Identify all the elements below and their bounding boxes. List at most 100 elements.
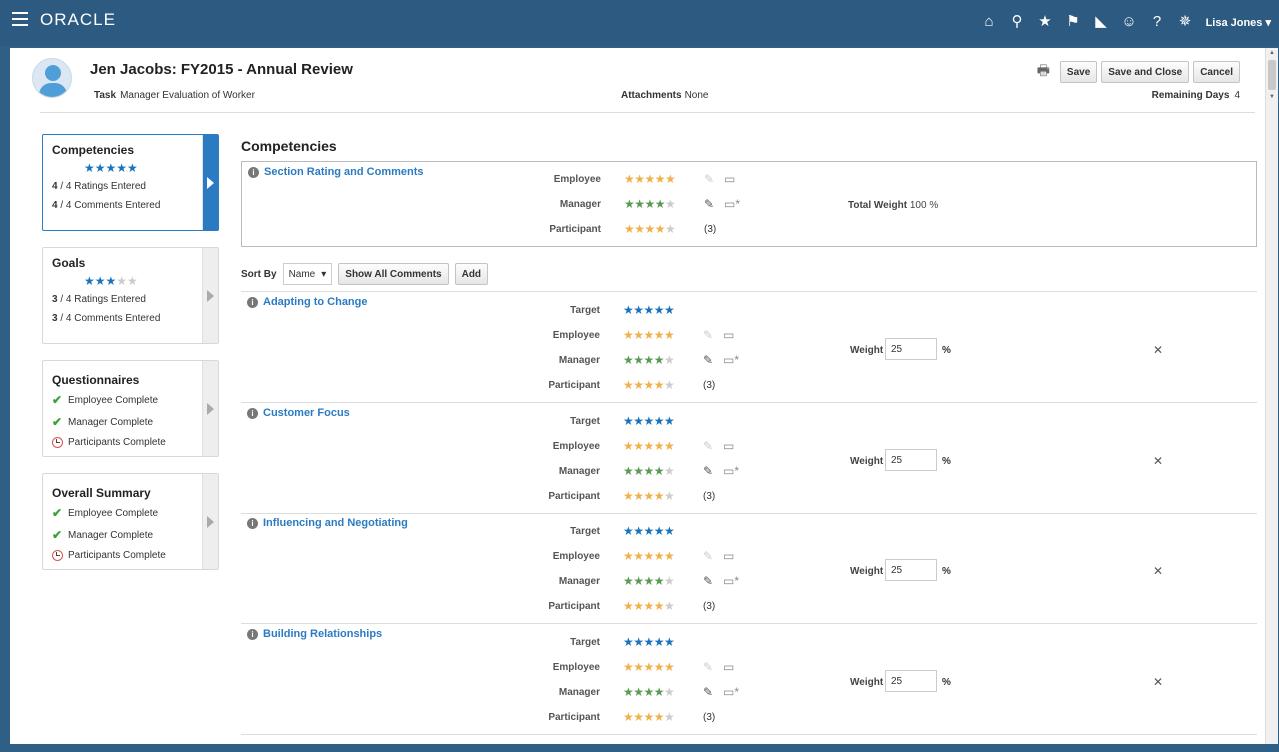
checkmark-icon: ✔ xyxy=(52,393,63,407)
add-comment-icon[interactable]: ▭* xyxy=(723,353,739,367)
manager-label: Manager xyxy=(558,466,600,477)
weight-label: Weight xyxy=(850,566,884,577)
add-comment-icon[interactable]: ▭* xyxy=(723,464,739,478)
expand-tab[interactable] xyxy=(202,248,218,343)
show-all-comments-button[interactable]: Show All Comments xyxy=(338,263,449,285)
edit-icon[interactable]: ✎ xyxy=(704,197,714,211)
comment-icon[interactable]: ▭ xyxy=(723,660,734,674)
nav-card-overall-summary[interactable]: Overall Summary ✔ Employee Complete ✔ Mana… xyxy=(42,473,219,570)
competency-link[interactable]: i Influencing and Negotiating xyxy=(247,517,408,529)
participant-count[interactable]: (3) xyxy=(703,601,715,612)
participant-count[interactable]: (3) xyxy=(703,380,715,391)
ratings-entered: 4 / 4 Ratings Entered xyxy=(52,181,146,192)
remove-icon[interactable]: ✕ xyxy=(1153,454,1163,468)
weight-input[interactable] xyxy=(885,559,937,581)
add-button[interactable]: Add xyxy=(454,263,489,285)
percent-label: % xyxy=(942,677,951,688)
participant-stars: ★★★★★ xyxy=(623,378,675,392)
bell-icon[interactable]: ◣ xyxy=(1087,12,1115,32)
manager-stars[interactable]: ★★★★★ xyxy=(623,685,675,699)
save-and-close-button[interactable]: Save and Close xyxy=(1101,61,1190,83)
competency-link[interactable]: i Adapting to Change xyxy=(247,296,368,308)
manager-stars[interactable]: ★★★★★ xyxy=(623,574,675,588)
nav-card-title: Competencies xyxy=(52,143,135,157)
chevron-right-icon xyxy=(207,515,214,528)
competency-link[interactable]: i Customer Focus xyxy=(247,407,350,419)
weight-label: Weight xyxy=(850,456,884,467)
edit-icon[interactable]: ✎ xyxy=(703,685,713,699)
percent-label: % xyxy=(942,566,951,577)
participant-stars: ★★★★★ xyxy=(623,599,675,613)
manager-section-stars[interactable]: ★★★★★ xyxy=(624,197,676,211)
comment-icon[interactable]: ▭ xyxy=(723,439,734,453)
expand-tab[interactable] xyxy=(202,474,218,569)
employee-label: Employee xyxy=(552,330,600,341)
comment-icon[interactable]: ▭ xyxy=(723,328,734,342)
expand-tab[interactable] xyxy=(202,135,218,230)
user-menu[interactable]: Lisa Jones ▾ xyxy=(1206,16,1271,29)
sort-label: Sort By xyxy=(241,268,277,280)
settings-icon[interactable]: ✵ xyxy=(1171,12,1199,32)
competency-link[interactable]: i Building Relationships xyxy=(247,628,382,640)
manager-stars[interactable]: ★★★★★ xyxy=(623,464,675,478)
participant-label: Participant xyxy=(549,224,601,235)
page-title: Jen Jacobs: FY2015 - Annual Review xyxy=(90,61,353,78)
add-comment-icon[interactable]: ▭* xyxy=(724,197,740,211)
weight-input[interactable] xyxy=(885,670,937,692)
nav-card-goals[interactable]: Goals ★★★★★ 3 / 4 Ratings Entered 3 / 4 … xyxy=(42,247,219,344)
main-panel: Jen Jacobs: FY2015 - Annual Review Task M… xyxy=(10,48,1278,744)
save-button[interactable]: Save xyxy=(1059,61,1098,83)
menu-icon[interactable] xyxy=(12,12,28,26)
add-comment-icon[interactable]: ▭* xyxy=(723,685,739,699)
task-info: Task Manager Evaluation of Worker xyxy=(94,90,255,101)
attachments-info: Attachments None xyxy=(621,90,709,101)
accessibility-icon[interactable]: ☺ xyxy=(1115,12,1143,32)
remove-icon[interactable]: ✕ xyxy=(1153,343,1163,357)
expand-tab[interactable] xyxy=(202,361,218,456)
nav-card-competencies[interactable]: Competencies ★★★★★ 4 / 4 Ratings Entered… xyxy=(42,134,219,231)
participant-count[interactable]: (3) xyxy=(703,712,715,723)
star-icon[interactable]: ★ xyxy=(1031,12,1059,32)
weight-input[interactable] xyxy=(885,449,937,471)
search-icon[interactable]: ⚲ xyxy=(1003,12,1031,32)
info-icon: i xyxy=(247,408,258,419)
participant-label: Participant xyxy=(548,380,600,391)
flag-icon[interactable]: ⚑ xyxy=(1059,12,1087,32)
oracle-logo[interactable]: ORACLE xyxy=(40,10,116,30)
cancel-button[interactable]: Cancel xyxy=(1193,61,1240,83)
remove-icon[interactable]: ✕ xyxy=(1153,675,1163,689)
edit-icon[interactable]: ✎ xyxy=(703,464,713,478)
divider xyxy=(241,734,1257,735)
section-rating-link[interactable]: i Section Rating and Comments xyxy=(248,166,424,178)
sort-select[interactable]: Name ▾ xyxy=(282,263,333,285)
comment-icon[interactable]: ▭ xyxy=(723,549,734,563)
home-icon[interactable]: ⌂ xyxy=(975,12,1003,32)
manager-stars[interactable]: ★★★★★ xyxy=(623,353,675,367)
comment-icon[interactable]: ▭ xyxy=(724,172,735,186)
remove-icon[interactable]: ✕ xyxy=(1153,564,1163,578)
weight-input[interactable] xyxy=(885,338,937,360)
edit-icon[interactable]: ✎ xyxy=(703,574,713,588)
target-label: Target xyxy=(570,637,600,648)
competency-row: i Influencing and Negotiating Target ★★★★★ E… xyxy=(241,513,1257,624)
add-comment-icon[interactable]: ▭* xyxy=(723,574,739,588)
employee-label: Employee xyxy=(552,441,600,452)
chevron-down-icon: ▾ xyxy=(321,268,327,280)
nav-card-questionnaires[interactable]: Questionnaires ✔ Employee Complete ✔ Manag… xyxy=(42,360,219,457)
participant-count[interactable]: (3) xyxy=(703,491,715,502)
nav-card-title: Overall Summary xyxy=(52,486,151,500)
help-icon[interactable]: ? xyxy=(1143,12,1171,32)
manager-label: Manager xyxy=(558,576,600,587)
user-name: Lisa Jones xyxy=(1205,17,1263,29)
chevron-right-icon xyxy=(207,402,214,415)
participant-label: Participant xyxy=(548,491,600,502)
vertical-scrollbar[interactable]: ▲ ▼ xyxy=(1265,48,1278,744)
competency-row: i Customer Focus Target ★★★★★ Employee ★★★★★ ✎… xyxy=(241,403,1257,514)
employee-stars: ★★★★★ xyxy=(623,660,675,674)
edit-icon[interactable]: ✎ xyxy=(703,353,713,367)
participant-count[interactable]: (3) xyxy=(704,224,716,235)
competency-row: i Adapting to Change Target ★★★★★ Employee ★★… xyxy=(241,292,1257,403)
checkmark-icon: ✔ xyxy=(52,415,63,429)
percent-label: % xyxy=(942,456,951,467)
print-icon[interactable]: 🖶 xyxy=(1037,60,1050,84)
